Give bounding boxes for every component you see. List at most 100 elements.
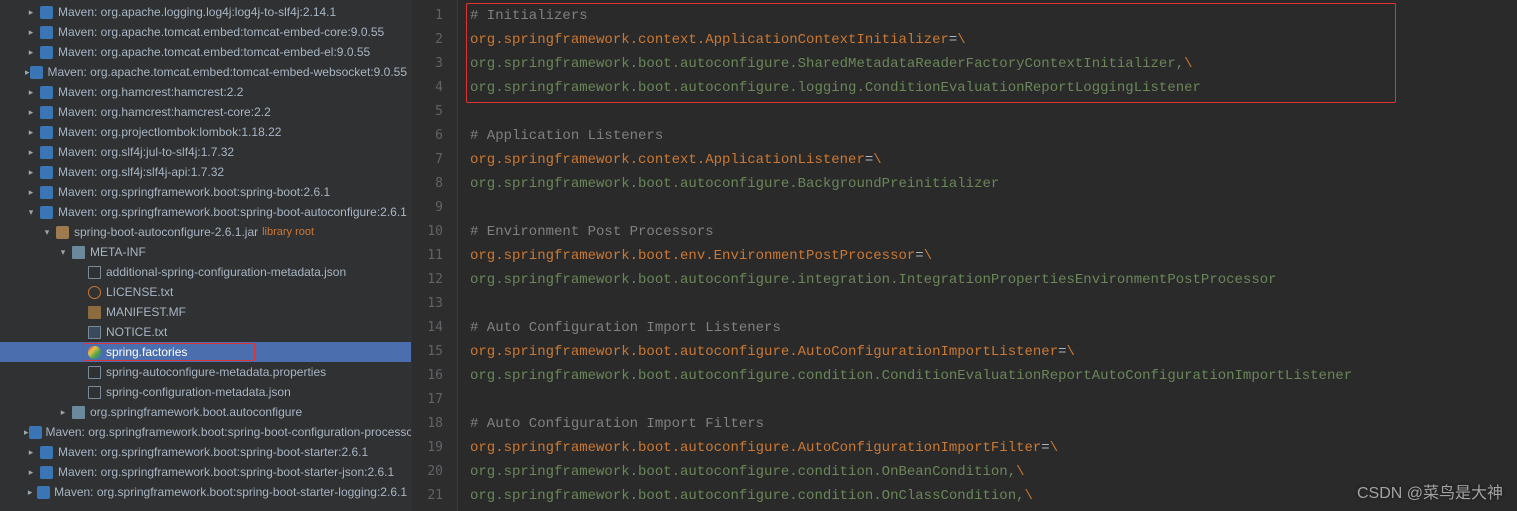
lib-icon [38, 164, 54, 180]
prop-icon [86, 364, 102, 380]
code-line[interactable] [470, 196, 1517, 220]
tree-item-label: spring-configuration-metadata.json [106, 385, 291, 399]
tree-row[interactable]: ▸ Maven: org.slf4j:slf4j-api:1.7.32 [0, 162, 411, 182]
chevron-right-icon[interactable]: ▸ [24, 127, 38, 138]
line-number: 9 [412, 196, 457, 220]
code-line[interactable]: org.springframework.boot.autoconfigure.A… [470, 436, 1517, 460]
code-line[interactable]: org.springframework.boot.autoconfigure.l… [470, 76, 1517, 100]
tree-row[interactable]: ▸Maven: org.springframework.boot:spring-… [0, 442, 411, 462]
tree-item-label: Maven: org.springframework.boot:spring-b… [58, 205, 407, 219]
chevron-down-icon[interactable]: ▾ [24, 207, 38, 218]
tree-row[interactable]: ▸ Maven: org.apache.tomcat.embed:tomcat-e… [0, 22, 411, 42]
line-number: 18 [412, 412, 457, 436]
code-line[interactable]: # Environment Post Processors [470, 220, 1517, 244]
code-line[interactable]: org.springframework.boot.autoconfigure.B… [470, 172, 1517, 196]
tree-row[interactable]: ▸Maven: org.hamcrest:hamcrest:2.2 [0, 82, 411, 102]
code-line[interactable]: org.springframework.boot.autoconfigure.S… [470, 52, 1517, 76]
lic-icon [86, 284, 102, 300]
code-line[interactable]: # Initializers [470, 4, 1517, 28]
tree-item-label: spring.factories [106, 345, 187, 359]
chevron-right-icon[interactable]: ▸ [24, 487, 36, 498]
line-number: 8 [412, 172, 457, 196]
tree-row[interactable]: ▸additional-spring-configuration-metadat… [0, 262, 411, 282]
project-tree-panel[interactable]: ▸ Maven: org.apache.logging.log4j:log4j-t… [0, 0, 412, 511]
line-gutter: 123456789101112131415161718192021 [412, 0, 458, 511]
line-number: 20 [412, 460, 457, 484]
tree-row[interactable]: ▸ Maven: org.apache.logging.log4j:log4j-t… [0, 2, 411, 22]
line-number: 13 [412, 292, 457, 316]
chevron-right-icon[interactable]: ▸ [24, 167, 38, 178]
chevron-right-icon[interactable]: ▸ [24, 147, 38, 158]
code-line[interactable]: org.springframework.boot.autoconfigure.i… [470, 268, 1517, 292]
tree-row[interactable]: ▸spring-autoconfigure-metadata.propertie… [0, 362, 411, 382]
tree-row[interactable]: ▸Maven: org.apache.tomcat.embed:tomcat-e… [0, 62, 411, 82]
tree-item-label: Maven: org.slf4j:slf4j-api:1.7.32 [58, 165, 224, 179]
code-line[interactable]: org.springframework.boot.autoconfigure.c… [470, 364, 1517, 388]
tree-row[interactable]: ▸ Maven: org.apache.tomcat.embed:tomcat-e… [0, 42, 411, 62]
tree-item-label: Maven: org.apache.tomcat.embed:tomcat-em… [58, 45, 370, 59]
tree-row[interactable]: ▸MANIFEST.MF [0, 302, 411, 322]
line-number: 1 [412, 4, 457, 28]
chevron-down-icon[interactable]: ▾ [40, 227, 54, 238]
chevron-right-icon[interactable]: ▸ [56, 407, 70, 418]
tree-row[interactable]: ▸NOTICE.txt [0, 322, 411, 342]
tree-item-label: Maven: org.projectlombok:lombok:1.18.22 [58, 125, 281, 139]
tree-item-label: Maven: org.springframework.boot:spring-b… [58, 465, 394, 479]
tree-row[interactable]: ▸Maven: org.springframework.boot:spring-… [0, 182, 411, 202]
code-content[interactable]: # Initializersorg.springframework.contex… [458, 0, 1517, 511]
chevron-down-icon[interactable]: ▾ [56, 247, 70, 258]
code-line[interactable] [470, 292, 1517, 316]
factories-icon [86, 344, 102, 360]
code-line[interactable]: org.springframework.context.ApplicationC… [470, 28, 1517, 52]
code-line[interactable]: # Auto Configuration Import Listeners [470, 316, 1517, 340]
tree-item-label: Maven: org.apache.tomcat.embed:tomcat-em… [58, 25, 384, 39]
chevron-right-icon[interactable]: ▸ [24, 87, 38, 98]
tree-row[interactable]: ▸Maven: org.springframework.boot:spring-… [0, 422, 411, 442]
folder-icon [70, 244, 86, 260]
code-line[interactable]: # Auto Configuration Import Filters [470, 412, 1517, 436]
tree-item-label: additional-spring-configuration-metadata… [106, 265, 346, 279]
tree-row[interactable]: ▸spring-configuration-metadata.json [0, 382, 411, 402]
code-line[interactable]: org.springframework.context.ApplicationL… [470, 148, 1517, 172]
line-number: 16 [412, 364, 457, 388]
tree-row[interactable]: ▸ Maven: org.springframework.boot:spring-… [0, 462, 411, 482]
tree-row[interactable]: ▸LICENSE.txt [0, 282, 411, 302]
tree-row[interactable]: ▸ Maven: org.projectlombok:lombok:1.18.22 [0, 122, 411, 142]
chevron-right-icon[interactable]: ▸ [24, 27, 38, 38]
tree-row[interactable]: ▾spring-boot-autoconfigure-2.6.1.jarlibr… [0, 222, 411, 242]
tree-item-label: NOTICE.txt [106, 325, 167, 339]
editor-area[interactable]: 123456789101112131415161718192021 # Init… [412, 0, 1517, 511]
tree-row[interactable]: ▸spring.factories [0, 342, 411, 362]
tree-row[interactable]: ▸org.springframework.boot.autoconfigure [0, 402, 411, 422]
tree-row[interactable]: ▸ Maven: org.springframework.boot:spring-… [0, 482, 411, 502]
code-line[interactable] [470, 100, 1517, 124]
tree-item-label: Maven: org.apache.logging.log4j:log4j-to… [58, 5, 336, 19]
line-number: 10 [412, 220, 457, 244]
chevron-right-icon[interactable]: ▸ [24, 107, 38, 118]
tree-item-label: META-INF [90, 245, 146, 259]
chevron-right-icon[interactable]: ▸ [24, 467, 38, 478]
tree-item-label: spring-autoconfigure-metadata.properties [106, 365, 326, 379]
tree-row[interactable]: ▾ Maven: org.springframework.boot:spring-… [0, 202, 411, 222]
code-line[interactable]: org.springframework.boot.env.Environment… [470, 244, 1517, 268]
watermark: CSDN @菜鸟是大神 [1357, 479, 1503, 503]
line-number: 4 [412, 76, 457, 100]
chevron-right-icon[interactable]: ▸ [24, 7, 38, 18]
tree-item-label: Maven: org.springframework.boot:spring-b… [54, 485, 407, 499]
tree-row[interactable]: ▾ META-INF [0, 242, 411, 262]
code-line[interactable]: # Application Listeners [470, 124, 1517, 148]
tree-row[interactable]: ▸Maven: org.hamcrest:hamcrest-core:2.2 [0, 102, 411, 122]
lib-icon [38, 144, 54, 160]
mf-icon [86, 304, 102, 320]
code-line[interactable] [470, 388, 1517, 412]
tree-row[interactable]: ▸Maven: org.slf4j:jul-to-slf4j:1.7.32 [0, 142, 411, 162]
chevron-right-icon[interactable]: ▸ [24, 447, 38, 458]
lib-icon [38, 184, 54, 200]
line-number: 7 [412, 148, 457, 172]
chevron-right-icon[interactable]: ▸ [24, 187, 38, 198]
txt-icon [86, 324, 102, 340]
chevron-right-icon[interactable]: ▸ [24, 47, 38, 58]
line-number: 14 [412, 316, 457, 340]
code-line[interactable]: org.springframework.boot.autoconfigure.A… [470, 340, 1517, 364]
jar-icon [54, 224, 70, 240]
